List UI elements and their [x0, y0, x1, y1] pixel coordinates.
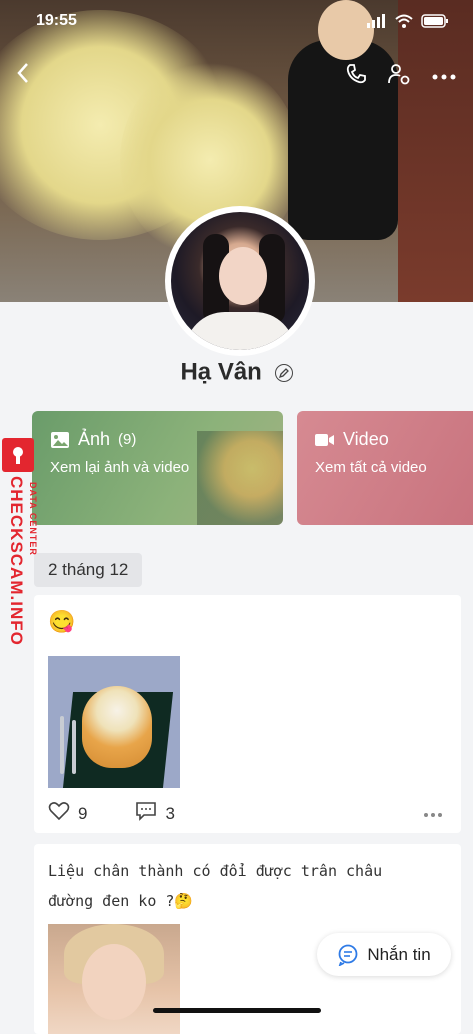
post-photo[interactable] [48, 656, 180, 788]
profile-actions [345, 62, 457, 91]
watermark: CHECKSCAM.INFO DATA CENTER [2, 436, 38, 676]
profile-name-row: Hạ Vân [0, 358, 473, 387]
status-time: 19:55 [36, 12, 77, 29]
comment-icon [136, 802, 157, 821]
cover-staircase [398, 0, 473, 302]
video-camera-icon [315, 433, 334, 446]
signal-icon [367, 14, 385, 28]
photo-face [82, 944, 146, 1020]
phone-icon [346, 64, 366, 84]
profile-name: Hạ Vân [180, 358, 262, 386]
feed-date-label: 2 tháng 12 [34, 553, 143, 587]
videos-card-title: Video [343, 429, 389, 449]
feed-post[interactable]: 😋 9 3 [34, 595, 461, 833]
chat-bubble-icon [338, 944, 358, 966]
photos-card-count: (9) [118, 431, 137, 448]
photos-card-title: Ảnh [78, 429, 111, 449]
photos-card[interactable]: Ảnh (9) Xem lại ảnh và video [32, 411, 283, 525]
more-dots-icon [424, 813, 442, 817]
watermark-sub: DATA CENTER [28, 482, 38, 556]
photo-spoon [60, 716, 64, 774]
status-icons [367, 14, 449, 28]
like-button[interactable] [48, 801, 70, 826]
avatar-image [171, 212, 309, 350]
pencil-icon [278, 367, 289, 378]
post-text: Liệu chân thành có đổi được trân châu đư… [48, 862, 383, 910]
wifi-icon [395, 14, 413, 28]
photo-dessert [82, 686, 152, 768]
photos-card-subtitle: Xem lại ảnh và video [50, 459, 190, 476]
videos-card[interactable]: Video Xem tất cả video [297, 411, 473, 525]
back-button[interactable] [16, 62, 30, 89]
watermark-brand: CHECKSCAM.INFO [7, 476, 26, 646]
image-icon [51, 431, 69, 448]
videos-card-subtitle: Xem tất cả video [315, 459, 427, 476]
photos-card-title-row: Ảnh (9) [50, 429, 136, 450]
call-button[interactable] [345, 63, 367, 90]
chevron-left-icon [17, 63, 28, 83]
comment-count: 3 [165, 803, 175, 823]
post-text: 😋 [48, 609, 76, 634]
profile-avatar[interactable] [165, 206, 315, 356]
heart-icon [48, 802, 70, 821]
lock-icon [2, 438, 34, 472]
message-button[interactable]: Nhắn tin [317, 933, 451, 976]
edit-name-button[interactable] [274, 363, 293, 382]
avatar-face [219, 247, 267, 305]
battery-icon [421, 14, 448, 28]
post-photo[interactable] [48, 924, 180, 1034]
comment-button[interactable] [135, 801, 157, 826]
cover-person-head [318, 0, 374, 60]
home-indicator[interactable] [153, 1008, 321, 1013]
post-more-button[interactable] [423, 805, 443, 823]
photo-fork [72, 720, 76, 774]
user-gear-icon [388, 64, 410, 85]
photos-card-thumbnail [197, 431, 283, 525]
videos-card-title-row: Video [315, 429, 389, 450]
more-dots-icon [432, 74, 456, 79]
post-reactions: 9 3 [48, 801, 175, 826]
profile-settings-button[interactable] [387, 62, 411, 91]
message-button-label: Nhắn tin [367, 944, 431, 964]
more-options-button[interactable] [431, 68, 457, 86]
like-count: 9 [78, 803, 88, 823]
